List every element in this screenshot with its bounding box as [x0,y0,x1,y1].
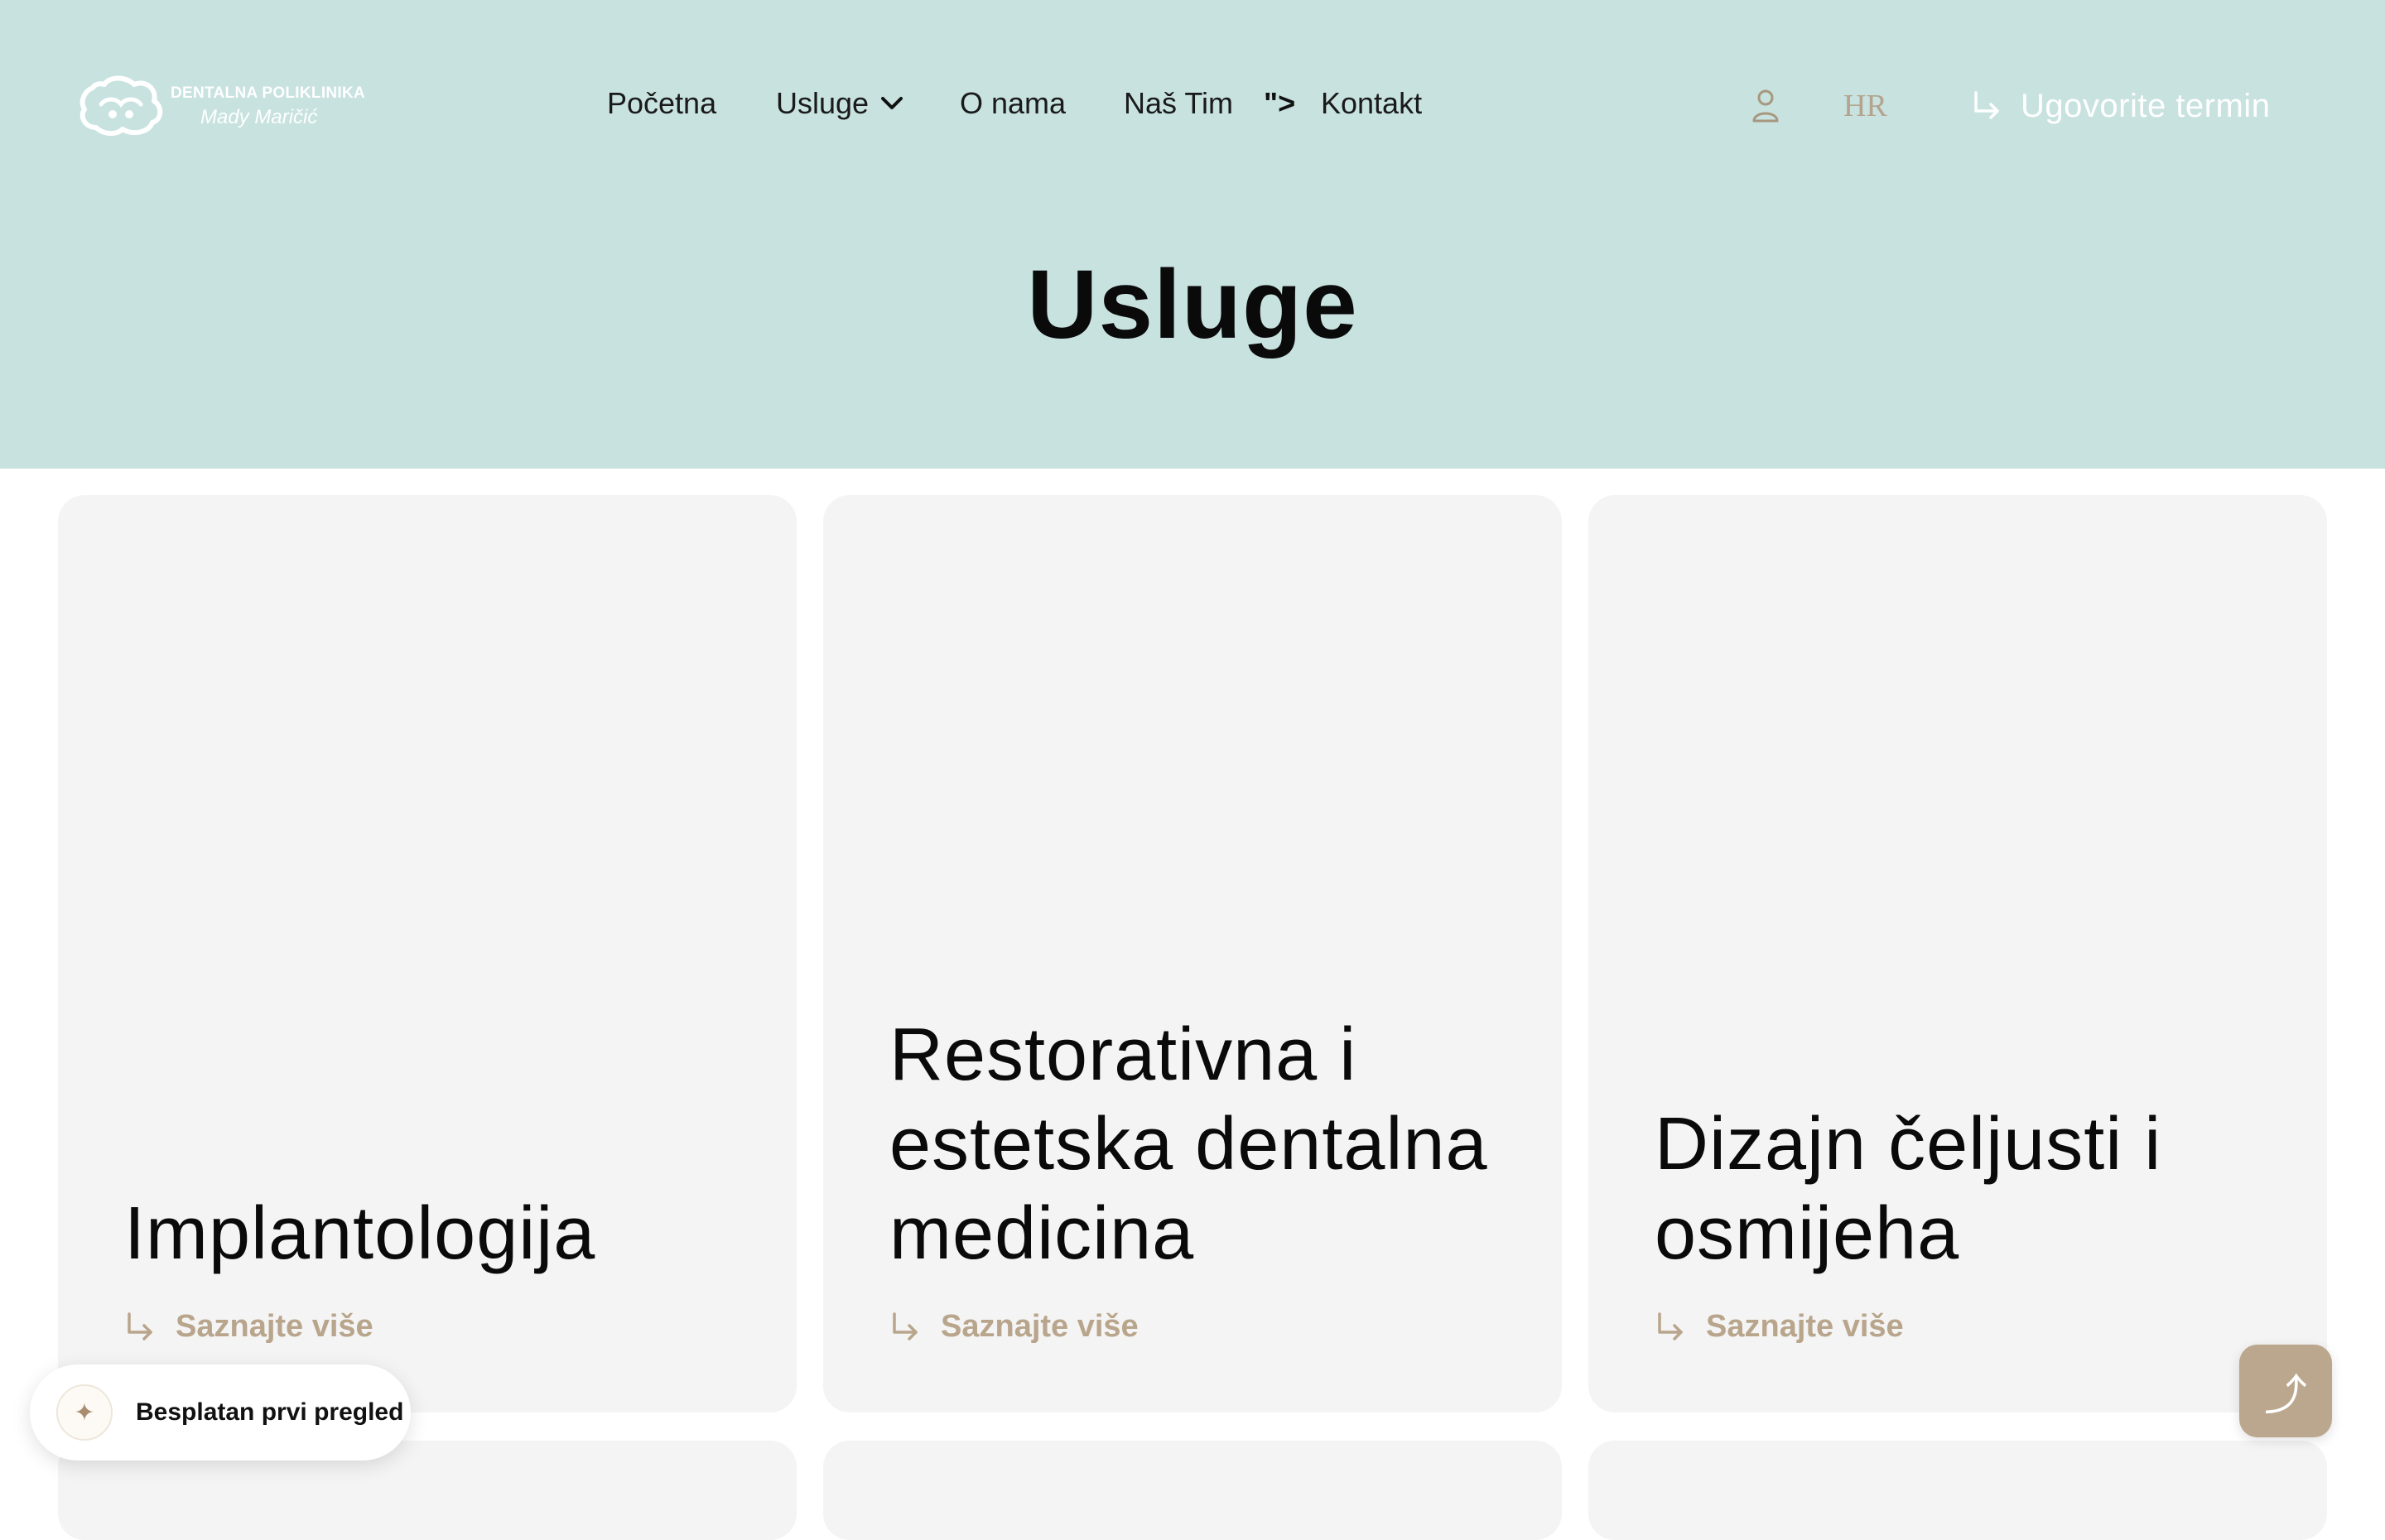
service-card-title: Dizajn čeljusti i osmijeha [1655,1103,2162,1275]
arrow-turn-right-icon [1658,1311,1683,1340]
learn-more-link[interactable]: Saznajte više [1655,1309,1904,1345]
nav-item-usluge[interactable]: Usluge [776,86,903,121]
service-card-implantologija[interactable]: Implantologija Saznajte više [58,495,797,1412]
service-card-title: Implantologija [124,1192,596,1275]
nav-label: Naš Tim [1124,86,1234,120]
arrow-turn-right-icon [893,1311,918,1340]
chevron-down-icon [881,97,903,109]
arrow-turn-right-icon [1974,91,1999,119]
arrow-up-icon: ⤴ [2263,1371,2307,1420]
nav-item-kontakt[interactable]: Kontakt [1321,86,1422,121]
nav-label: Početna [607,86,717,120]
user-icon[interactable] [1749,86,1782,126]
learn-more-link[interactable]: Saznajte više [889,1309,1139,1345]
nav-label: O nama [960,86,1067,120]
hero-banner: DENTALNA POLIKLINIKA Mady Maričić Početn… [0,0,2385,469]
nav-item-nas-tim[interactable]: Naš Tim [1124,86,1233,121]
scroll-top-button[interactable]: ⤴ [2239,1345,2332,1437]
service-card-next[interactable] [1588,1441,2327,1540]
learn-more-label: Saznajte više [176,1309,373,1344]
learn-more-label: Saznajte više [941,1309,1139,1344]
stray-markup-text: "> [1264,86,1296,120]
arrow-turn-right-icon [128,1311,152,1340]
service-card-restorativna[interactable]: Restorativna i estetska dentalna medicin… [823,495,1562,1412]
learn-more-label: Saznajte više [1706,1309,1904,1344]
nav-item-o-nama[interactable]: O nama [960,86,1066,121]
promo-label: Besplatan prvi pregled [136,1398,404,1426]
cta-label: Ugovorite termin [2021,87,2271,124]
free-checkup-badge[interactable]: ✦ Besplatan prvi pregled [30,1364,411,1461]
sparkle-icon: ✦ [56,1384,113,1441]
nav-label: Usluge [776,86,870,120]
book-appointment-button[interactable]: Ugovorite termin [1971,83,2270,129]
nav-item-pocetna[interactable]: Početna [607,86,716,121]
service-card-next[interactable] [823,1441,1562,1540]
language-switch[interactable]: HR [1843,88,1887,124]
nav-label: Kontakt [1321,86,1423,120]
page-title: Usluge [1027,250,1358,359]
service-card-dizajn[interactable]: Dizajn čeljusti i osmijeha Saznajte više [1588,495,2327,1412]
service-card-title: Restorativna i estetska dentalna medicin… [889,1013,1488,1275]
learn-more-link[interactable]: Saznajte više [124,1309,373,1345]
